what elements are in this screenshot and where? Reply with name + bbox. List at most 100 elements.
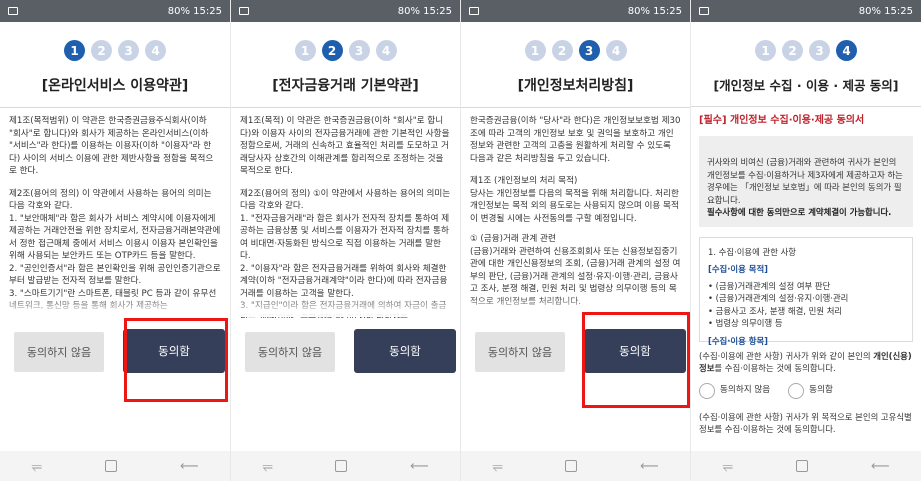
disagree-button[interactable]: 동의하지 않음 <box>475 332 565 372</box>
divider <box>461 107 690 108</box>
list-item: 금융사고 조사, 분쟁 해결, 민원 처리 <box>708 305 904 318</box>
terms-paragraph: 제1조(목적) 이 약관은 한국증권금융(이하 "회사"로 합니다)와 이용자 … <box>240 116 450 176</box>
highlight-box <box>582 312 690 408</box>
recent-apps-icon[interactable]: ⥫ <box>492 459 502 474</box>
usage-box[interactable]: 1. 수집·이용에 관한 사항 [수집·이용 목적] (금융)거래관계의 설정 … <box>699 236 913 346</box>
step-2: 2 <box>91 40 112 61</box>
disagree-button[interactable]: 동의하지 않음 <box>14 332 104 372</box>
step-1: 1 <box>524 40 546 61</box>
recent-apps-icon[interactable]: ⥫ <box>31 459 41 474</box>
nav-bar: ⥫ ⟵ <box>461 451 690 481</box>
image-icon <box>469 7 479 15</box>
screen-terms-efinance: 80% 15:25 1 2 3 4 [전자금융거래 기본약관] 제1조(목적) … <box>230 0 460 481</box>
step-2: 2 <box>321 40 343 61</box>
step-indicator: 1 2 3 4 <box>0 40 230 61</box>
step-1: 1 <box>294 40 316 61</box>
battery-level: 80% <box>858 5 881 17</box>
list-item: (금융)거래관계의 설정 여부 판단 <box>708 280 904 293</box>
items-title: [수집·이용 항목] <box>708 335 768 346</box>
status-bar: 80% 15:25 <box>461 0 690 22</box>
scroll-fade <box>231 295 460 317</box>
step-4: 4 <box>145 40 166 61</box>
agree-text-pre: (수집·이용에 관한 사항) 귀사가 위와 같이 본인의 <box>699 350 874 361</box>
consent-radio-group: 동의하지 않음 동의함 <box>699 382 913 399</box>
purpose-list: (금융)거래관계의 설정 여부 판단 (금융)거래관계의 설정·유지·이행·관리… <box>708 280 904 330</box>
divider <box>231 107 460 108</box>
radio-agree[interactable]: 동의함 <box>788 382 833 399</box>
terms-content[interactable]: 한국증권금융(이하 "당사"라 한다)은 개인정보보호법 제30조에 따라 고객… <box>470 115 681 318</box>
consent-notice: 귀사와의 비여신 (금융)거래와 관련하여 귀사가 본인의 개인정보를 수집·이… <box>699 135 913 227</box>
nav-bar: ⥫ ⟵ <box>0 451 230 481</box>
list-item: (금융)거래관계의 설정·유지·이행·관리 <box>708 292 904 305</box>
terms-paragraph: 제1조(목적범위) 이 약관은 한국증권금융주식회사(이하 "회사"로 합니다)… <box>9 116 214 176</box>
status-right: 80% 15:25 <box>859 6 913 17</box>
step-1: 1 <box>64 40 85 61</box>
terms-paragraph: 제1조 (개인정보의 처리 목적) 당사는 개인정보를 다음의 목적을 위해 처… <box>470 176 679 224</box>
back-arrow-icon[interactable]: ⟵ <box>410 459 429 474</box>
radio-label: 동의하지 않음 <box>720 385 771 396</box>
back-arrow-icon[interactable]: ⟵ <box>180 459 199 474</box>
radio-disagree[interactable]: 동의하지 않음 <box>699 382 771 399</box>
agree-button[interactable]: 동의함 <box>354 329 456 373</box>
screen-terms-online: 80% 15:25 1 2 3 4 [온라인서비스 이용약관] 제1조(목적범위… <box>0 0 230 481</box>
highlight-box <box>124 318 228 402</box>
status-right: 80% 15:25 <box>398 6 452 17</box>
clock: 15:25 <box>653 5 682 17</box>
home-square-icon[interactable] <box>565 460 578 472</box>
battery-level: 80% <box>397 5 420 17</box>
home-square-icon[interactable] <box>104 460 117 472</box>
list-item: 법령상 의무이행 등 <box>708 317 904 330</box>
radio-label: 동의함 <box>809 385 833 396</box>
terms-paragraph: 제2조(용어의 정의) 이 약관에서 사용하는 용어의 의미는 다음 각호와 같… <box>9 188 221 312</box>
page-title: [개인정보처리방침] <box>517 78 634 94</box>
agree-statement: (수집·이용에 관한 사항) 귀사가 위와 같이 본인의 개인(신용)정보를 수… <box>699 350 913 375</box>
terms-paragraph: 한국증권금융(이하 "당사"라 한다)은 개인정보보호법 제30조에 따라 고객… <box>470 116 681 164</box>
step-4: 4 <box>836 40 857 61</box>
battery-level: 80% <box>167 5 190 17</box>
step-1: 1 <box>755 40 776 61</box>
step-3: 3 <box>348 40 370 61</box>
bottom-statement: (수집·이용에 관한 사항) 귀사가 위 목적으로 본인의 고유식별정보를 수집… <box>699 411 912 434</box>
home-square-icon[interactable] <box>335 460 348 472</box>
step-4: 4 <box>375 40 397 61</box>
back-arrow-icon[interactable]: ⟵ <box>871 459 890 474</box>
notice-bold-text: 필수사항에 대한 동의만으로 계약체결이 가능합니다. <box>707 207 892 217</box>
step-4: 4 <box>605 40 627 61</box>
page-title: [개인정보 수집 · 이용 · 제공 동의] <box>713 78 899 93</box>
step-3: 3 <box>809 40 830 61</box>
screen-privacy-policy: 80% 15:25 1 2 3 4 [개인정보처리방침] 한국증권금융(이하 "… <box>460 0 690 481</box>
step-indicator: 1 2 3 4 <box>231 40 460 61</box>
disagree-button[interactable]: 동의하지 않음 <box>245 332 335 372</box>
back-arrow-icon[interactable]: ⟵ <box>640 459 659 474</box>
status-bar: 80% 15:25 <box>231 0 460 22</box>
step-2: 2 <box>782 40 803 61</box>
step-3: 3 <box>118 40 139 61</box>
screenshot-row: 80% 15:25 1 2 3 4 [온라인서비스 이용약관] 제1조(목적범위… <box>0 0 921 481</box>
clock: 15:25 <box>193 5 222 17</box>
section-title: 1. 수집·이용에 관한 사항 <box>708 246 796 257</box>
status-bar: 80% 15:25 <box>691 0 921 22</box>
recent-apps-icon[interactable]: ⥫ <box>262 459 272 474</box>
divider <box>0 107 230 108</box>
required-title: [필수] 개인정보 수집·이용·제공 동의서 <box>699 115 865 126</box>
step-2: 2 <box>551 40 573 61</box>
recent-apps-icon[interactable]: ⥫ <box>722 459 732 474</box>
agree-text-post: 를 수집·이용하는 것에 동의합니다. <box>714 363 836 373</box>
step-3: 3 <box>578 40 600 61</box>
notice-text: 귀사와의 비여신 (금융)거래와 관련하여 귀사가 본인의 개인정보를 수집·이… <box>707 157 903 205</box>
step-indicator: 1 2 3 4 <box>461 40 690 61</box>
clock: 15:25 <box>884 5 913 17</box>
purpose-title: [수집·이용 목적] <box>708 264 768 274</box>
nav-bar: ⥫ ⟵ <box>231 451 460 481</box>
terms-content[interactable]: 제1조(목적범위) 이 약관은 한국증권금융주식회사(이하 "회사"로 합니다)… <box>9 115 221 323</box>
radio-circle-icon[interactable] <box>788 382 805 399</box>
page-title: [온라인서비스 이용약관] <box>41 78 189 94</box>
consent-content[interactable]: [필수] 개인정보 수집·이용·제공 동의서 귀사와의 비여신 (금융)거래와 … <box>699 115 913 435</box>
home-square-icon[interactable] <box>795 460 808 472</box>
battery-level: 80% <box>627 5 650 17</box>
divider <box>691 106 921 107</box>
nav-bar: ⥫ ⟵ <box>691 451 921 481</box>
radio-circle-icon[interactable] <box>699 382 715 399</box>
clock: 15:25 <box>423 5 452 17</box>
page-title: [전자금융거래 기본약관] <box>272 78 419 94</box>
